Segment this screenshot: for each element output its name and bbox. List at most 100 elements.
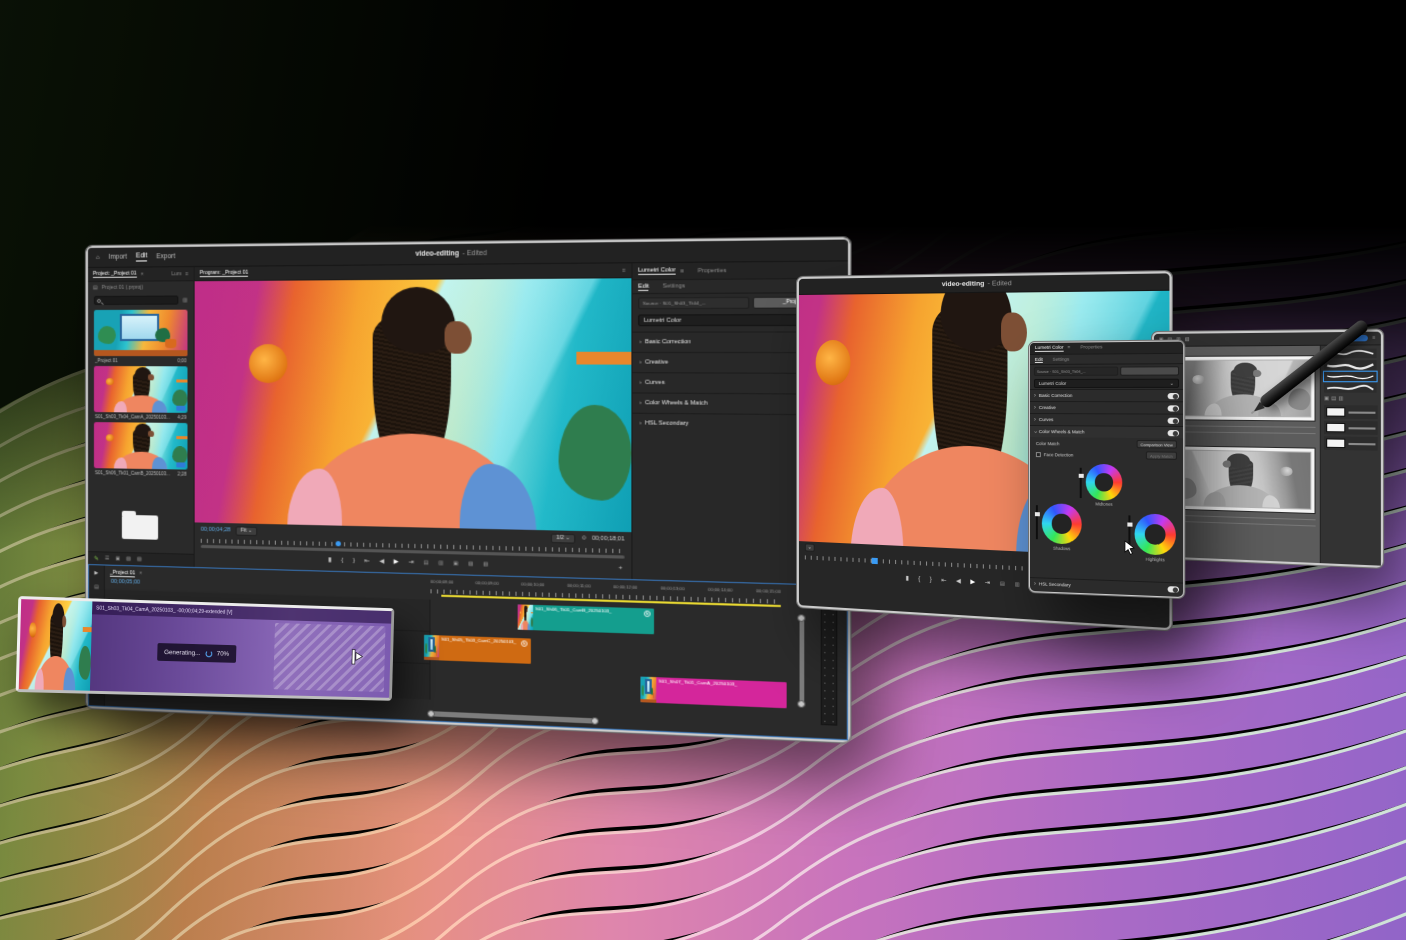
scroll-knob[interactable] — [591, 717, 599, 725]
section-curves[interactable]: › Curves — [1030, 413, 1183, 426]
apply-match-button[interactable]: Apply Match — [1146, 451, 1177, 460]
toggle[interactable] — [1168, 417, 1179, 423]
extract-icon[interactable]: ▥ — [438, 560, 443, 566]
play-icon[interactable]: ▶ — [394, 559, 399, 565]
scroll-knob[interactable] — [797, 614, 805, 622]
mark-in-icon[interactable]: { — [341, 558, 343, 564]
folder-icon[interactable] — [122, 515, 158, 540]
mark-out-icon[interactable]: } — [930, 577, 932, 583]
tab-project[interactable]: Project: _Project 01 — [93, 271, 137, 278]
close-icon[interactable]: × — [139, 571, 142, 577]
source-clip-button[interactable]: Source · S01_Sh03_Tk04_... — [1034, 367, 1118, 376]
brush-preset[interactable] — [1324, 383, 1377, 393]
plus-icon[interactable]: + — [618, 565, 622, 571]
shadows-slider[interactable] — [1036, 505, 1038, 539]
extract-icon[interactable]: ▥ — [1015, 582, 1020, 589]
toggle[interactable] — [1168, 393, 1179, 399]
section-hsl-secondary[interactable]: › HSL Secondary — [1030, 577, 1183, 595]
lift-icon[interactable]: ▤ — [423, 560, 428, 566]
brush-preset-selected[interactable] — [1324, 372, 1377, 381]
scroll-knob[interactable] — [427, 709, 435, 717]
step-forward-icon[interactable]: ⇥ — [985, 580, 990, 587]
pen-tool-icon[interactable]: ✎ — [94, 555, 99, 562]
trash-icon[interactable]: ▨ — [137, 556, 142, 562]
channels-tab-icon[interactable]: ▤ — [1331, 396, 1336, 402]
comparison-view-button[interactable]: Comparison View — [1136, 440, 1177, 449]
effect-dropdown[interactable]: Lumetri Color ⌄ — [1034, 379, 1179, 388]
list-view-icon[interactable]: ☰ — [105, 556, 109, 562]
go-to-in-icon[interactable]: ⇤ — [364, 558, 369, 564]
shadows-wheel[interactable] — [1042, 503, 1082, 544]
close-icon[interactable]: × — [141, 271, 144, 277]
toggle[interactable] — [1168, 586, 1179, 593]
zoom-slider-icon[interactable]: ▧ — [126, 556, 131, 562]
section-basic-correction[interactable]: › Basic Correction — [1030, 389, 1183, 401]
storyboard-frame[interactable] — [1171, 445, 1316, 514]
tab-lumetri-color[interactable]: Lumetri Color — [1035, 345, 1064, 351]
tab-properties[interactable]: Properties — [1080, 345, 1102, 350]
new-bin-icon[interactable]: ▥ — [183, 297, 188, 303]
midtones-wheel[interactable] — [1086, 464, 1123, 501]
track-tool-icon[interactable]: ▤ — [94, 584, 99, 590]
caret-down-icon[interactable]: ⌄ — [805, 543, 815, 551]
subtab-settings[interactable]: Settings — [663, 283, 686, 290]
playback-resolution-select[interactable]: 1/2 ⌄ — [551, 533, 576, 543]
settings-menu-icon[interactable]: ▨ — [483, 561, 488, 567]
project-item[interactable]: S01_Sh06_Tk01_CamB_20250103... 2;28 — [94, 422, 188, 477]
selection-tool-icon[interactable]: ▶ — [95, 571, 99, 576]
program-video-frame[interactable] — [195, 278, 632, 532]
mark-in-icon[interactable]: { — [918, 577, 920, 583]
mark-out-icon[interactable]: } — [353, 558, 355, 564]
export-frame-icon[interactable]: ▣ — [453, 561, 458, 567]
tab-program[interactable]: Program: _Project 01 — [200, 270, 248, 277]
timeline-tracks[interactable]: S01_Sh06_Tk01_CamB_20250103_ fx S01_Sh05… — [430, 600, 780, 715]
search-input[interactable] — [94, 296, 179, 305]
midtones-slider[interactable] — [1080, 468, 1082, 498]
generative-extend-clip[interactable]: S01_Sh03_Tk04_CamA_20250103_ -00;00;04;2… — [16, 596, 395, 701]
subtab-settings[interactable]: Settings — [1053, 357, 1070, 362]
timeline-clip-teal[interactable]: S01_Sh06_Tk01_CamB_20250103_ fx — [518, 604, 654, 634]
zoom-select[interactable]: Fit ⌄ — [236, 526, 258, 536]
add-marker-icon[interactable]: ▮ — [328, 557, 331, 563]
subtab-edit[interactable]: Edit — [638, 283, 649, 291]
face-detection-checkbox[interactable] — [1036, 452, 1041, 457]
toggle[interactable] — [1168, 429, 1179, 435]
panel-menu-icon[interactable]: ≡ — [1372, 335, 1375, 341]
layer-row[interactable] — [1324, 405, 1378, 419]
highlights-wheel[interactable] — [1135, 513, 1176, 555]
paths-tab-icon[interactable]: ▥ — [1338, 396, 1343, 402]
playhead-marker[interactable] — [872, 558, 878, 564]
timeline-clip-magenta[interactable]: S01_Sh07_Tk01_CamA_20250103_ — [640, 677, 786, 709]
effect-dropdown[interactable]: Lumetri Color ⌄ — [638, 314, 823, 326]
timeline-vscroll[interactable] — [800, 617, 805, 704]
timeline-timecode[interactable]: 00;00;05;00 — [111, 579, 140, 586]
playhead-timecode[interactable]: 00;00;04;28 — [201, 527, 231, 534]
layers-tab-icon[interactable]: ▣ — [1324, 396, 1329, 402]
timeline-hscroll[interactable] — [430, 711, 595, 724]
tab-sequence[interactable]: _Project 01 — [110, 569, 135, 577]
timeline-clip-orange[interactable]: S01_Sh05_Tk03_CamC_20250103_ fx — [424, 635, 531, 664]
subtab-edit[interactable]: Edit — [1035, 356, 1043, 362]
menu-import[interactable]: Import — [109, 254, 127, 261]
play-icon[interactable]: ▶ — [970, 579, 975, 586]
step-forward-icon[interactable]: ⇥ — [408, 559, 413, 565]
toggle[interactable] — [1168, 405, 1179, 411]
source-clip-button[interactable]: Source · S01_Sh03_Tk04_... — [638, 297, 749, 309]
menu-export[interactable]: Export — [156, 253, 175, 260]
section-creative[interactable]: › Creative — [1030, 401, 1183, 414]
layer-row[interactable] — [1324, 436, 1378, 450]
add-marker-icon[interactable]: ▮ — [906, 576, 909, 582]
tab-lumetri-color[interactable]: Lumetri Color — [638, 267, 676, 275]
step-back-icon[interactable]: ◀ — [379, 559, 384, 565]
project-file-name[interactable]: Project 01 (.prproj) — [102, 285, 143, 291]
tab-properties[interactable]: Properties — [698, 267, 727, 274]
menu-edit[interactable]: Edit — [136, 252, 147, 261]
storyboard-frame[interactable] — [1171, 355, 1316, 421]
grid-view-icon[interactable]: ▣ — [115, 556, 120, 562]
project-item[interactable]: _Project 01 0;00 — [94, 310, 188, 364]
tab-lumetri-collapsed[interactable]: Lum — [172, 271, 182, 277]
project-item[interactable]: S01_Sh03_Tk04_CamA_20250103... 4;29 — [94, 366, 188, 420]
target-sequence-button[interactable] — [1120, 366, 1179, 375]
lift-icon[interactable]: ▤ — [1000, 581, 1005, 588]
shape-tool-icon[interactable]: ▧ — [1185, 337, 1190, 343]
